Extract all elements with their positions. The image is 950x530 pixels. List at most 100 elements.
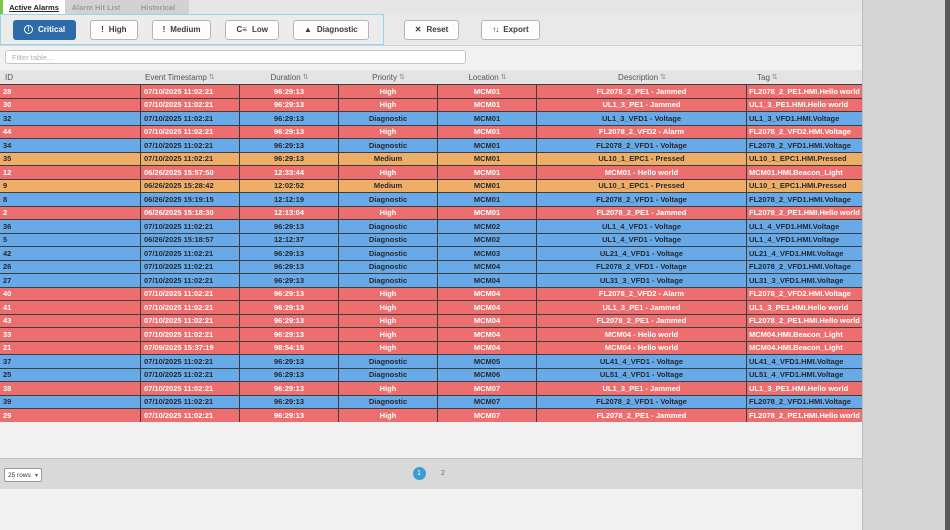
table-filter-input[interactable] <box>5 50 466 64</box>
cell-timestamp: 07/10/2025 11:02:21 <box>141 260 240 273</box>
cell-duration: 96:29:13 <box>240 287 339 300</box>
column-header-location[interactable]: Location ⇅ <box>438 70 537 84</box>
diagnostic-filter-button[interactable]: ▲ Diagnostic <box>292 19 369 40</box>
table-row[interactable]: 12 06/26/2025 15:57:50 12:33:44 High MCM… <box>0 166 862 180</box>
cell-description: UL1_3_PE1 - Jammed <box>537 98 747 111</box>
cell-id: 42 <box>0 247 141 260</box>
cell-tag: FL2078_2_PE1.HMI.Hello world <box>749 208 860 218</box>
table-row[interactable]: 37 07/10/2025 11:02:21 96:29:13 Diagnost… <box>0 355 862 369</box>
table-row[interactable]: 28 07/10/2025 11:02:21 96:29:13 High MCM… <box>0 85 862 99</box>
tab-alarm-hit-list[interactable]: Alarm Hit List <box>65 0 127 14</box>
column-header-id[interactable]: ID <box>0 70 141 84</box>
cell-location: MCM01 <box>438 152 537 165</box>
sort-icon: ⇅ <box>771 73 778 81</box>
high-filter-button[interactable]: ! High <box>90 19 138 40</box>
cell-description: UL1_3_VFD1 - Voltage <box>537 112 747 125</box>
table-row[interactable]: 2 06/26/2025 15:18:30 12:13:04 High MCM0… <box>0 206 862 220</box>
cell-tag: MCM04.HMI.Beacon_Light <box>749 343 843 353</box>
column-header-description[interactable]: Description ⇅ <box>537 70 747 84</box>
cell-tag: FL2078_2_VFD1.HMI.Voltage <box>749 397 851 407</box>
critical-filter-button[interactable]: ! Critical <box>13 19 77 40</box>
table-row[interactable]: 43 07/10/2025 11:02:21 96:29:13 High MCM… <box>0 314 862 328</box>
cell-description: UL31_3_VFD1 - Voltage <box>537 274 747 287</box>
cell-description: FL2078_2_VFD1 - Voltage <box>537 193 747 206</box>
table-row[interactable]: 5 06/26/2025 15:18:57 12:12:37 Diagnosti… <box>0 233 862 247</box>
table-row[interactable]: 34 07/10/2025 11:02:21 96:29:13 Diagnost… <box>0 139 862 153</box>
cell-duration: 96:29:13 <box>240 247 339 260</box>
alert-circle-icon: ! <box>24 25 33 34</box>
cell-duration: 96:29:13 <box>240 355 339 368</box>
medium-filter-button[interactable]: ! Medium <box>151 19 212 40</box>
table-row[interactable]: 26 07/10/2025 11:02:21 96:29:13 Diagnost… <box>0 260 862 274</box>
cell-tag: UL41_4_VFD1.HMI.Voltage <box>749 356 844 366</box>
cell-location: MCM02 <box>438 233 537 246</box>
cell-timestamp: 06/26/2025 15:57:50 <box>141 166 240 179</box>
table-row[interactable]: 9 06/26/2025 15:28:42 12:02:52 Medium MC… <box>0 179 862 193</box>
cell-duration: 96:29:13 <box>240 368 339 381</box>
pagination-page-1[interactable]: 1 <box>412 467 426 480</box>
column-header-duration[interactable]: Duration ⇅ <box>240 70 339 84</box>
cell-description: FL2078_2_VFD1 - Voltage <box>537 395 747 408</box>
table-row[interactable]: 32 07/10/2025 11:02:21 96:29:13 Diagnost… <box>0 112 862 126</box>
table-row[interactable]: 8 06/26/2025 15:19:15 12:12:19 Diagnosti… <box>0 193 862 207</box>
table-row[interactable]: 41 07/10/2025 11:02:21 96:29:13 High MCM… <box>0 301 862 315</box>
cell-tag: FL2078_2_VFD1.HMI.Voltage <box>749 140 851 150</box>
table-row[interactable]: 36 07/10/2025 11:02:21 96:29:13 Diagnost… <box>0 220 862 234</box>
column-header-tag[interactable]: Tag ⇅ <box>747 70 862 84</box>
cell-id: 26 <box>0 260 141 273</box>
table-row[interactable]: 27 07/10/2025 11:02:21 96:29:13 Diagnost… <box>0 274 862 288</box>
cell-description: UL10_1_EPC1 - Pressed <box>537 179 747 192</box>
cell-location: MCM01 <box>438 193 537 206</box>
cell-timestamp: 07/10/2025 11:02:21 <box>141 355 240 368</box>
cell-duration: 96:29:13 <box>240 152 339 165</box>
cell-timestamp: 07/10/2025 11:02:21 <box>141 328 240 341</box>
cell-timestamp: 07/10/2025 11:02:21 <box>141 85 240 98</box>
cell-location: MCM01 <box>438 166 537 179</box>
export-arrows-icon: ↑↓ <box>492 25 499 34</box>
cell-duration: 96:29:13 <box>240 112 339 125</box>
cell-tag: FL2078_2_PE1.HMI.Hello world <box>749 86 860 96</box>
column-header-event-timestamp[interactable]: Event Timestamp ⇅ <box>141 70 240 84</box>
table-row[interactable]: 29 07/10/2025 11:02:21 96:29:13 High MCM… <box>0 409 862 423</box>
table-row[interactable]: 35 07/10/2025 11:02:21 96:29:13 Medium M… <box>0 152 862 166</box>
cell-description: MCM01 - Hello world <box>537 166 747 179</box>
reset-button[interactable]: ✕ Reset <box>403 19 460 40</box>
table-row[interactable]: 42 07/10/2025 11:02:21 96:29:13 Diagnost… <box>0 247 862 261</box>
cell-timestamp: 07/10/2025 11:02:21 <box>141 112 240 125</box>
table-row[interactable]: 30 07/10/2025 11:02:21 96:29:13 High MCM… <box>0 98 862 112</box>
sort-icon: ⇅ <box>399 73 405 81</box>
cell-location: MCM05 <box>438 355 537 368</box>
table-row[interactable]: 44 07/10/2025 11:02:21 96:29:13 High MCM… <box>0 125 862 139</box>
table-row[interactable]: 39 07/10/2025 11:02:21 96:29:13 Diagnost… <box>0 395 862 409</box>
column-header-priority[interactable]: Priority ⇅ <box>339 70 438 84</box>
tab-bar: Active Alarms Alarm Hit List Historical <box>0 0 862 14</box>
cell-timestamp: 06/26/2025 15:18:30 <box>141 206 240 219</box>
tab-historical[interactable]: Historical <box>127 0 189 14</box>
table-row[interactable]: 38 07/10/2025 11:02:21 96:29:13 High MCM… <box>0 382 862 396</box>
window-edge-strip <box>945 0 950 530</box>
cell-timestamp: 06/26/2025 15:18:57 <box>141 233 240 246</box>
table-body: 28 07/10/2025 11:02:21 96:29:13 High MCM… <box>0 84 862 423</box>
cell-id: 39 <box>0 395 141 408</box>
cell-duration: 12:02:52 <box>240 179 339 192</box>
pagination-page-2[interactable]: 2 <box>437 470 450 477</box>
cell-tag: FL2078_2_PE1.HMI.Hello world <box>749 316 860 326</box>
low-filter-button[interactable]: C≡ Low <box>225 19 279 40</box>
table-row[interactable]: 21 07/09/2025 15:37:19 98:54:15 High MCM… <box>0 341 862 355</box>
export-button[interactable]: ↑↓ Export <box>481 19 540 40</box>
table-row[interactable]: 40 07/10/2025 11:02:21 96:29:13 High MCM… <box>0 287 862 301</box>
cell-location: MCM01 <box>438 98 537 111</box>
cell-description: UL1_4_VFD1 - Voltage <box>537 233 747 246</box>
cell-id: 28 <box>0 85 141 98</box>
tab-active-alarms[interactable]: Active Alarms <box>3 0 65 14</box>
tab-label: Historical <box>140 2 176 12</box>
cell-tag: UL31_3_VFD1.HMI.Voltage <box>749 275 844 285</box>
cell-priority: Diagnostic <box>339 260 438 273</box>
cell-description: FL2078_2_PE1 - Jammed <box>537 85 747 98</box>
cell-location: MCM04 <box>438 328 537 341</box>
cell-description: UL51_4_VFD1 - Voltage <box>537 368 747 381</box>
table-row[interactable]: 25 07/10/2025 11:02:21 96:29:13 Diagnost… <box>0 368 862 382</box>
cell-duration: 96:29:13 <box>240 409 339 422</box>
cell-id: 12 <box>0 166 141 179</box>
table-row[interactable]: 33 07/10/2025 11:02:21 96:29:13 High MCM… <box>0 328 862 342</box>
